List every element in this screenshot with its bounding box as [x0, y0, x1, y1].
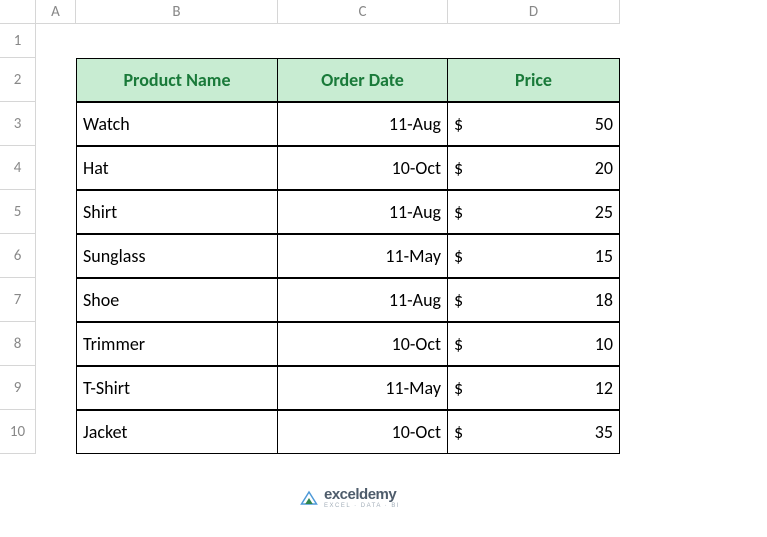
cell-product[interactable]: T-Shirt — [76, 366, 278, 410]
cell-date[interactable]: 11-Aug — [278, 102, 448, 146]
row-header[interactable]: 7 — [0, 278, 36, 322]
cell-price[interactable]: $50 — [448, 102, 620, 146]
amount: 15 — [595, 245, 613, 267]
cell-product[interactable]: Hat — [76, 146, 278, 190]
amount: 50 — [595, 113, 613, 135]
cell-a9[interactable] — [36, 366, 76, 410]
cell-b1[interactable] — [76, 24, 278, 58]
cell-date[interactable]: 10-Oct — [278, 146, 448, 190]
cell-product[interactable]: Sunglass — [76, 234, 278, 278]
cell-price[interactable]: $35 — [448, 410, 620, 454]
amount: 18 — [595, 289, 613, 311]
cell-a3[interactable] — [36, 102, 76, 146]
row-header[interactable]: 4 — [0, 146, 36, 190]
amount: 20 — [595, 157, 613, 179]
cell-c1[interactable] — [278, 24, 448, 58]
col-header-d[interactable]: D — [448, 0, 620, 24]
col-header-c[interactable]: C — [278, 0, 448, 24]
row-header[interactable]: 5 — [0, 190, 36, 234]
corner-select-all[interactable] — [0, 0, 36, 24]
row-header[interactable]: 3 — [0, 102, 36, 146]
currency: $ — [454, 289, 463, 311]
amount: 35 — [595, 421, 613, 443]
cell-price[interactable]: $10 — [448, 322, 620, 366]
cell-a5[interactable] — [36, 190, 76, 234]
cell-date[interactable]: 10-Oct — [278, 322, 448, 366]
cell-product[interactable]: Shoe — [76, 278, 278, 322]
col-header-a[interactable]: A — [36, 0, 76, 24]
currency: $ — [454, 421, 463, 443]
cell-d1[interactable] — [448, 24, 620, 58]
row-header[interactable]: 9 — [0, 366, 36, 410]
row-header[interactable]: 8 — [0, 322, 36, 366]
header-price[interactable]: Price — [448, 58, 620, 102]
currency: $ — [454, 245, 463, 267]
cell-price[interactable]: $12 — [448, 366, 620, 410]
currency: $ — [454, 377, 463, 399]
cell-product[interactable]: Shirt — [76, 190, 278, 234]
cell-a7[interactable] — [36, 278, 76, 322]
currency: $ — [454, 333, 463, 355]
row-header[interactable]: 6 — [0, 234, 36, 278]
spreadsheet: A B C D 1 2 Product Name Order Date Pric… — [0, 0, 767, 454]
amount: 25 — [595, 201, 613, 223]
currency: $ — [454, 157, 463, 179]
amount: 12 — [595, 377, 613, 399]
col-header-b[interactable]: B — [76, 0, 278, 24]
header-date[interactable]: Order Date — [278, 58, 448, 102]
watermark-sub: EXCEL · DATA · BI — [324, 503, 400, 509]
cell-a10[interactable] — [36, 410, 76, 454]
cell-product[interactable]: Watch — [76, 102, 278, 146]
cell-price[interactable]: $15 — [448, 234, 620, 278]
cell-a4[interactable] — [36, 146, 76, 190]
cell-product[interactable]: Trimmer — [76, 322, 278, 366]
cell-price[interactable]: $25 — [448, 190, 620, 234]
currency: $ — [454, 113, 463, 135]
currency: $ — [454, 201, 463, 223]
cell-date[interactable]: 11-Aug — [278, 190, 448, 234]
watermark: exceldemy EXCEL · DATA · BI — [300, 487, 400, 509]
header-product[interactable]: Product Name — [76, 58, 278, 102]
cell-date[interactable]: 11-May — [278, 366, 448, 410]
cell-date[interactable]: 10-Oct — [278, 410, 448, 454]
amount: 10 — [595, 333, 613, 355]
row-header[interactable]: 10 — [0, 410, 36, 454]
cell-price[interactable]: $20 — [448, 146, 620, 190]
cell-a6[interactable] — [36, 234, 76, 278]
cell-date[interactable]: 11-May — [278, 234, 448, 278]
watermark-main: exceldemy — [324, 487, 400, 502]
row-header[interactable]: 2 — [0, 58, 36, 102]
cell-a1[interactable] — [36, 24, 76, 58]
exceldemy-icon — [300, 490, 318, 506]
cell-a8[interactable] — [36, 322, 76, 366]
cell-date[interactable]: 11-Aug — [278, 278, 448, 322]
cell-a2[interactable] — [36, 58, 76, 102]
cell-product[interactable]: Jacket — [76, 410, 278, 454]
cell-price[interactable]: $18 — [448, 278, 620, 322]
row-header[interactable]: 1 — [0, 24, 36, 58]
